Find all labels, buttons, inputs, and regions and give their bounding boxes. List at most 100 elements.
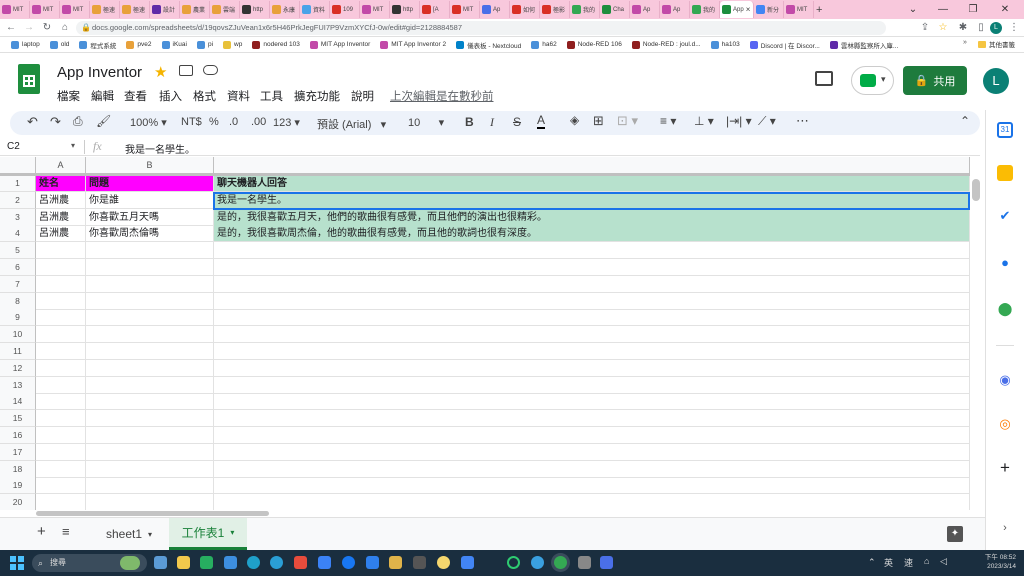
redo-icon[interactable]: ↷ (50, 114, 61, 130)
row-header[interactable]: 10 (0, 326, 36, 344)
cell-a5[interactable] (36, 242, 86, 260)
borders-icon[interactable]: ⊞ (593, 113, 604, 129)
cell-b16[interactable] (86, 427, 214, 444)
column-header-c[interactable] (214, 157, 970, 174)
cell-a14[interactable] (36, 393, 86, 411)
vertical-align-icon[interactable]: ⊥ ▾ (694, 114, 714, 128)
cell-a19[interactable] (36, 477, 86, 495)
browser-tab[interactable]: Ap (630, 1, 660, 18)
file-explorer-icon[interactable] (177, 556, 190, 569)
increase-decimal-button[interactable]: .00 (251, 116, 266, 128)
cell-a11[interactable] (36, 343, 86, 360)
browser-tab[interactable]: MIT (784, 1, 814, 18)
mail-icon[interactable] (224, 556, 237, 569)
browser-tab[interactable]: 極速 (90, 1, 120, 18)
app-icon[interactable] (294, 556, 307, 569)
menu-edit[interactable]: 編輯 (91, 88, 114, 104)
column-header-a[interactable]: A (36, 157, 86, 174)
star-icon[interactable]: ★ (154, 63, 167, 81)
bold-icon[interactable]: B (465, 115, 474, 129)
profile-avatar[interactable]: L (990, 22, 1002, 34)
taskview-icon[interactable] (154, 556, 167, 569)
taskbar-search[interactable]: ⌕ 搜尋 (32, 554, 147, 572)
cell-a1[interactable]: 姓名 (36, 175, 86, 192)
extensions-icon[interactable]: ✱ (956, 21, 970, 35)
row-header[interactable]: 7 (0, 275, 36, 293)
cell-b7[interactable] (86, 275, 214, 293)
formula-input[interactable]: 我是一名學生。 (125, 141, 195, 156)
column-header-b[interactable]: B (86, 157, 214, 174)
cell-a3[interactable]: 呂洲農 (36, 208, 86, 226)
bookmark-item[interactable]: nodered 103 (247, 40, 305, 49)
bookmark-item[interactable]: pi (192, 40, 218, 49)
undo-icon[interactable]: ↶ (27, 114, 38, 130)
bookmark-item[interactable]: pve2 (121, 40, 156, 49)
reload-icon[interactable]: ↻ (40, 21, 54, 35)
cell-a13[interactable] (36, 376, 86, 394)
row-header[interactable]: 11 (0, 343, 36, 360)
cell-c3[interactable]: 是的，我很喜歡五月天，他們的歌曲很有感覺，而且他們的演出也很精彩。 (214, 208, 970, 226)
browser-tab[interactable]: 新分 (754, 1, 784, 18)
cell-b9[interactable] (86, 309, 214, 327)
row-header[interactable]: 8 (0, 292, 36, 310)
bookmark-item[interactable]: Discord | 在 Discor... (745, 40, 825, 50)
browser-tab[interactable]: 雲端 (210, 1, 240, 18)
sheets-logo-icon[interactable] (18, 64, 40, 94)
row-header[interactable]: 13 (0, 376, 36, 394)
row-header[interactable]: 12 (0, 359, 36, 377)
more-tools-icon[interactable]: ⋯ (796, 113, 809, 129)
bookmark-item[interactable]: wp (218, 40, 247, 49)
select-all-corner[interactable] (0, 157, 36, 174)
browser-tab[interactable]: MIT (60, 1, 90, 18)
explore-icon[interactable]: ✦ (947, 526, 963, 542)
cell-b18[interactable] (86, 460, 214, 478)
cell-a7[interactable] (36, 275, 86, 293)
calendar-icon[interactable]: 31 (997, 122, 1013, 138)
print-icon[interactable]: ⎙ (73, 114, 83, 129)
bookmark-item[interactable]: MIT App Inventor 2 (375, 40, 451, 49)
row-header[interactable]: 14 (0, 393, 36, 411)
vertical-scrollbar[interactable] (970, 157, 982, 510)
browser-tab[interactable]: MIT (0, 1, 30, 18)
app-icon-5[interactable] (461, 556, 474, 569)
cell-a10[interactable] (36, 326, 86, 344)
bookmark-item[interactable]: old (45, 40, 75, 49)
cloud-status-icon[interactable] (203, 65, 218, 75)
cell-a8[interactable] (36, 292, 86, 310)
row-header[interactable]: 17 (0, 443, 36, 461)
share-page-icon[interactable]: ⇪ (918, 21, 932, 35)
cell-c10[interactable] (214, 326, 970, 344)
cell-c13[interactable] (214, 376, 970, 394)
cell-b14[interactable] (86, 393, 214, 411)
row-header[interactable]: 3 (0, 208, 36, 226)
cell-c14[interactable] (214, 393, 970, 411)
bookmark-item[interactable]: 儀表板 - Nextcloud (451, 40, 526, 50)
cell-a15[interactable] (36, 410, 86, 428)
other-bookmarks[interactable]: 其他書籤 (978, 39, 1015, 49)
text-rotate-icon[interactable]: ⟋ ▾ (758, 114, 776, 129)
italic-icon[interactable]: I (490, 115, 494, 130)
app-icon-9[interactable] (600, 556, 613, 569)
cell-a2[interactable]: 呂洲農 (36, 191, 86, 209)
cell-c7[interactable] (214, 275, 970, 293)
cell-c1[interactable]: 聊天機器人回答 (214, 175, 970, 192)
minimize-button[interactable]: — (928, 0, 958, 19)
font-size-select[interactable]: 10 ▾ (408, 116, 444, 129)
get-addons-icon[interactable]: + (997, 459, 1013, 476)
network-icon[interactable]: ⌂ (924, 556, 929, 566)
text-wrap-icon[interactable]: |⇥| ▾ (726, 114, 752, 128)
bookmark-item[interactable]: MIT App Inventor (305, 40, 375, 49)
cell-c6[interactable] (214, 259, 970, 276)
cell-c16[interactable] (214, 427, 970, 444)
forward-icon[interactable]: → (22, 21, 36, 35)
cell-a17[interactable] (36, 443, 86, 461)
addon-icon[interactable]: ◉ (997, 372, 1013, 388)
cell-b19[interactable] (86, 477, 214, 495)
paint-format-icon[interactable]: 🖌 (96, 114, 111, 128)
maps-icon[interactable]: ⬤ (997, 301, 1013, 317)
menu-data[interactable]: 資料 (227, 88, 250, 104)
menu-insert[interactable]: 插入 (159, 88, 182, 104)
row-header[interactable]: 4 (0, 225, 36, 243)
menu-view[interactable]: 查看 (124, 88, 147, 104)
cell-c18[interactable] (214, 460, 970, 478)
